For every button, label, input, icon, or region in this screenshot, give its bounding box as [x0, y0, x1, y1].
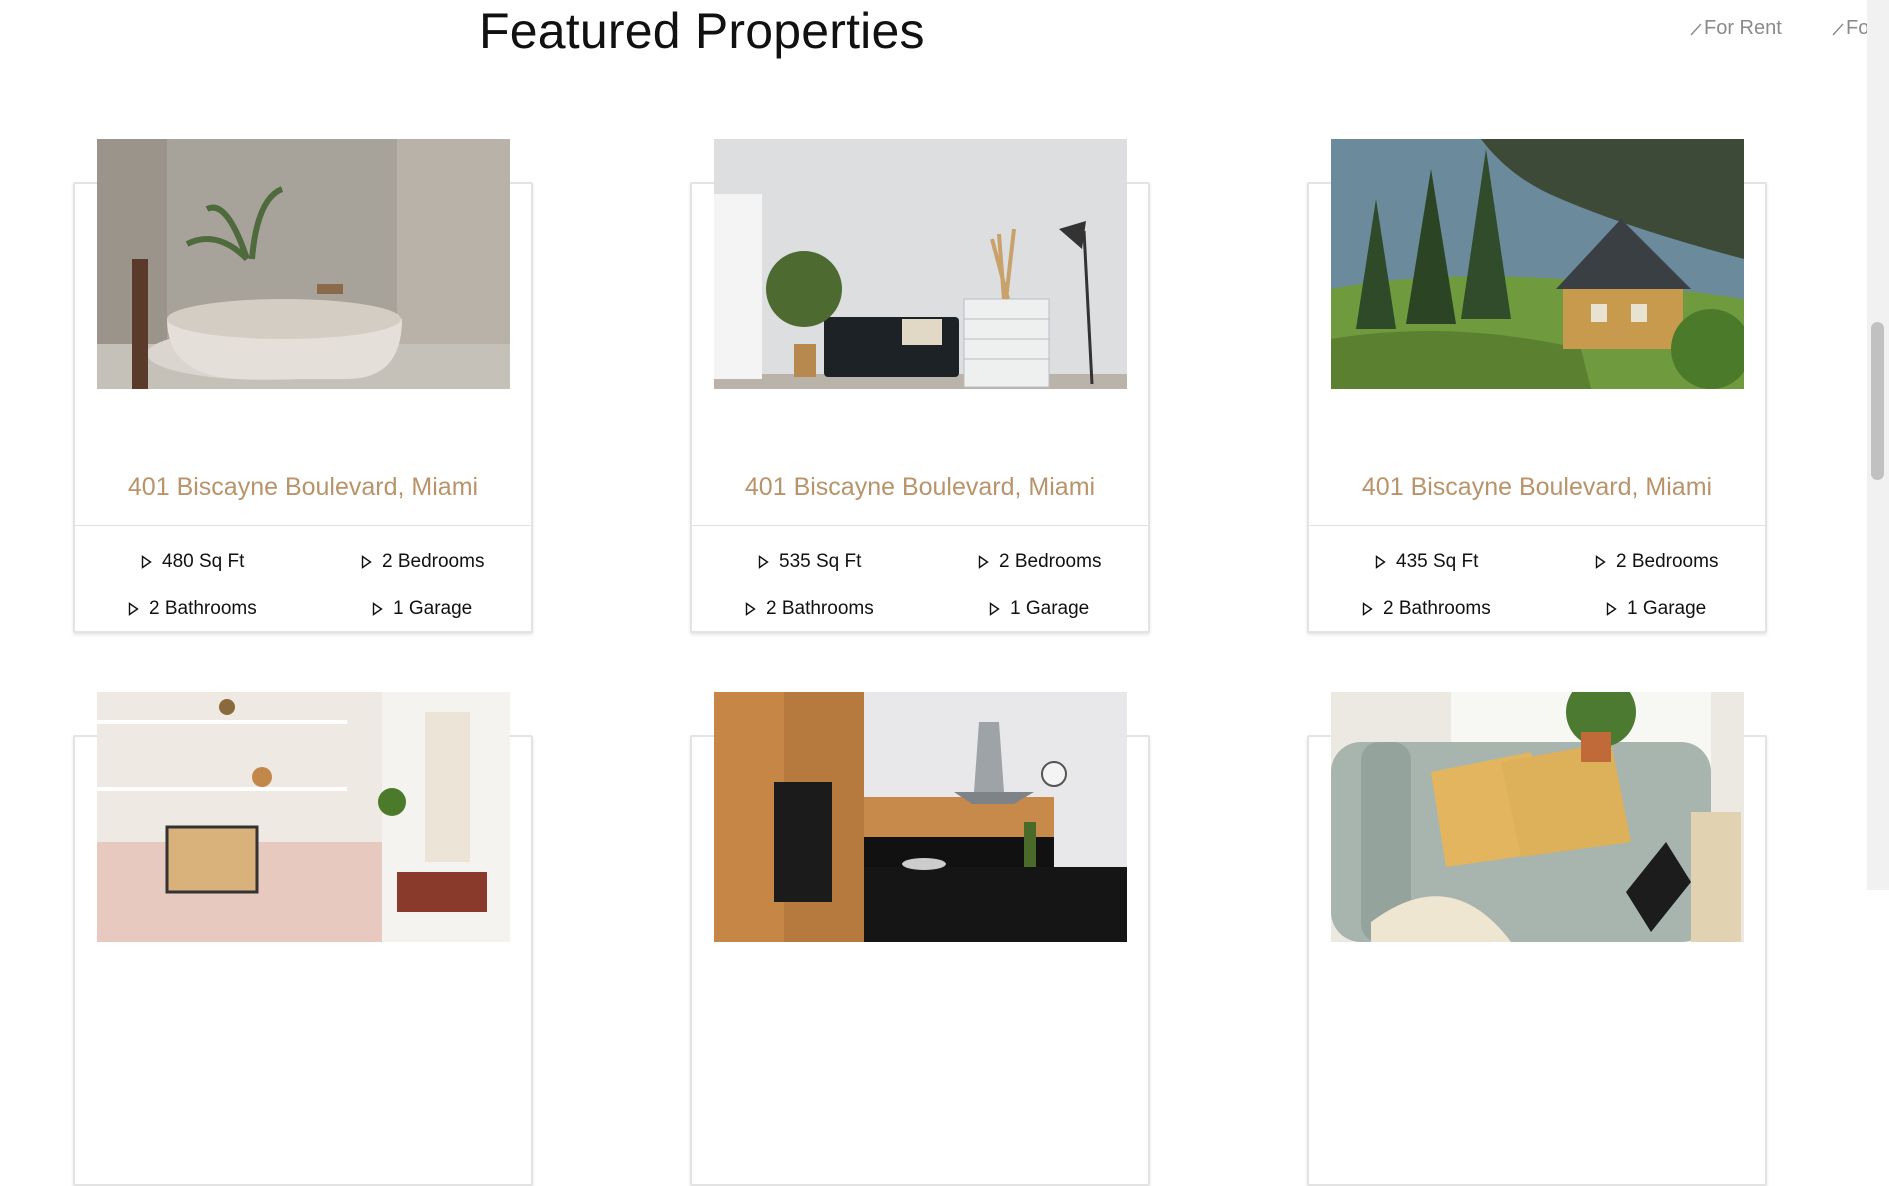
feature-bathrooms: 2 Bathrooms	[1362, 598, 1491, 620]
feature-bedrooms-label: 2 Bedrooms	[1616, 551, 1719, 572]
triangle-right-icon	[989, 602, 1000, 616]
card-divider	[75, 525, 531, 526]
feature-area: 435 Sq Ft	[1375, 551, 1478, 573]
property-card[interactable]	[73, 692, 533, 1186]
feature-area-label: 535 Sq Ft	[779, 551, 862, 572]
feature-garage-label: 1 Garage	[393, 598, 473, 619]
feature-bathrooms-label: 2 Bathrooms	[149, 598, 257, 619]
property-photo-shelves-room[interactable]	[97, 692, 510, 942]
feature-bedrooms: 2 Bedrooms	[361, 551, 484, 573]
feature-bathrooms-label: 2 Bathrooms	[766, 598, 874, 619]
property-photo-bathroom[interactable]	[97, 139, 510, 389]
property-photo-living-room[interactable]	[714, 139, 1127, 389]
page-scrollbar[interactable]	[1867, 0, 1889, 890]
filter-for-rent-label: For Rent	[1704, 17, 1782, 39]
feature-bathrooms: 2 Bathrooms	[745, 598, 874, 620]
page-title: Featured Properties	[479, 3, 925, 59]
slash-icon	[1832, 23, 1844, 35]
feature-area-label: 480 Sq Ft	[162, 551, 245, 572]
feature-area: 480 Sq Ft	[141, 551, 244, 573]
triangle-right-icon	[372, 602, 383, 616]
feature-garage: 1 Garage	[989, 598, 1089, 620]
property-card[interactable]: 401 Biscayne Boulevard, Miami 435 Sq Ft …	[1307, 139, 1767, 633]
feature-bathrooms-label: 2 Bathrooms	[1383, 598, 1491, 619]
card-divider	[692, 525, 1148, 526]
slash-icon	[1690, 23, 1702, 35]
triangle-right-icon	[128, 602, 139, 616]
feature-garage: 1 Garage	[372, 598, 472, 620]
card-divider	[1309, 525, 1765, 526]
property-card[interactable]: 401 Biscayne Boulevard, Miami 535 Sq Ft …	[690, 139, 1150, 633]
property-card[interactable]: 401 Biscayne Boulevard, Miami 480 Sq Ft …	[73, 139, 533, 633]
feature-garage-label: 1 Garage	[1010, 598, 1090, 619]
property-card[interactable]	[1307, 692, 1767, 1186]
triangle-right-icon	[1595, 555, 1606, 569]
triangle-right-icon	[745, 602, 756, 616]
feature-bedrooms-label: 2 Bedrooms	[382, 551, 485, 572]
property-address[interactable]: 401 Biscayne Boulevard, Miami	[692, 473, 1148, 502]
property-photo-kitchen[interactable]	[714, 692, 1127, 942]
feature-bathrooms: 2 Bathrooms	[128, 598, 257, 620]
property-photo-armchair[interactable]	[1331, 692, 1744, 942]
property-address[interactable]: 401 Biscayne Boulevard, Miami	[75, 473, 531, 502]
feature-bedrooms: 2 Bedrooms	[978, 551, 1101, 573]
property-photo-coastal-house[interactable]	[1331, 139, 1744, 389]
triangle-right-icon	[758, 555, 769, 569]
filter-for-rent-link[interactable]: For Rent	[1689, 17, 1782, 40]
triangle-right-icon	[141, 555, 152, 569]
feature-garage-label: 1 Garage	[1627, 598, 1707, 619]
triangle-right-icon	[978, 555, 989, 569]
feature-area-label: 435 Sq Ft	[1396, 551, 1479, 572]
triangle-right-icon	[1375, 555, 1386, 569]
scrollbar-thumb[interactable]	[1871, 322, 1884, 480]
feature-garage: 1 Garage	[1606, 598, 1706, 620]
triangle-right-icon	[1362, 602, 1373, 616]
triangle-right-icon	[1606, 602, 1617, 616]
feature-bedrooms-label: 2 Bedrooms	[999, 551, 1102, 572]
triangle-right-icon	[361, 555, 372, 569]
property-card[interactable]	[690, 692, 1150, 1186]
feature-bedrooms: 2 Bedrooms	[1595, 551, 1718, 573]
property-address[interactable]: 401 Biscayne Boulevard, Miami	[1309, 473, 1765, 502]
feature-area: 535 Sq Ft	[758, 551, 861, 573]
